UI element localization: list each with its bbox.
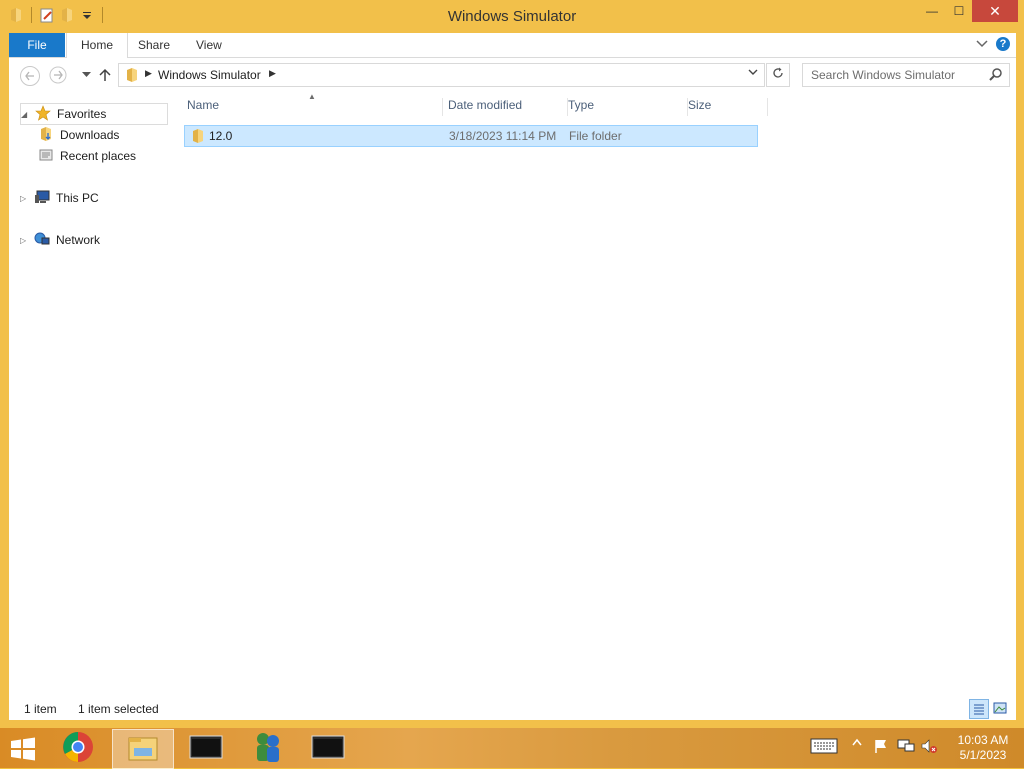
terminal-window-icon [189, 735, 223, 762]
selection-count: 1 item selected [78, 702, 159, 716]
people-app-icon [253, 731, 283, 766]
nav-item-downloads[interactable]: Downloads [38, 125, 119, 145]
nav-item-this-pc[interactable]: ▷ This PC [20, 188, 99, 208]
nav-item-favorites[interactable]: ◢ Favorites [20, 103, 168, 125]
status-bar: 1 item 1 item selected [9, 696, 1016, 720]
folder-icon [190, 128, 206, 147]
column-header-size[interactable]: Size [688, 98, 768, 116]
computer-icon [34, 189, 50, 208]
clock-time: 10:03 AM [957, 733, 1009, 747]
nav-item-label: Network [56, 233, 101, 247]
search-icon[interactable] [989, 67, 1003, 84]
details-view-button[interactable] [969, 699, 989, 719]
ribbon: File Home Share View ? [9, 33, 1016, 58]
network-status-icon[interactable] [897, 738, 915, 754]
nav-item-recent-places[interactable]: Recent places [38, 146, 136, 166]
tab-home[interactable]: Home [66, 33, 129, 58]
breadcrumb-chevron-icon[interactable]: ▶ [269, 68, 276, 79]
help-icon[interactable]: ? [996, 37, 1010, 51]
expand-icon[interactable]: ▷ [20, 194, 28, 203]
nav-item-label: Recent places [60, 149, 137, 163]
large-icons-view-button[interactable] [991, 699, 1009, 717]
address-bar[interactable]: ▶ Windows Simulator ▶ [118, 63, 765, 87]
show-hidden-icons-icon[interactable] [852, 738, 862, 746]
file-type: File folder [569, 129, 622, 143]
search-input[interactable]: Search Windows Simulator [802, 63, 1010, 87]
column-header-date-modified[interactable]: Date modified [448, 98, 568, 116]
taskbar: 10:03 AM 5/1/2023 [0, 728, 1024, 769]
address-dropdown-icon[interactable] [748, 67, 758, 80]
column-header-label: Size [688, 98, 712, 112]
close-button[interactable]: ✕ [972, 0, 1018, 22]
window-title: Windows Simulator [447, 8, 577, 25]
expand-ribbon-icon[interactable] [976, 37, 988, 51]
navigation-bar: ▶ Windows Simulator ▶ Search Windows Sim… [9, 58, 1016, 92]
column-header-label: Name [187, 98, 220, 112]
taskbar-terminal-2[interactable] [298, 729, 358, 767]
minimize-button[interactable]: — [918, 0, 946, 22]
title-bar[interactable]: Windows Simulator — ☐ ✕ [0, 0, 1024, 32]
touch-keyboard-icon[interactable] [810, 738, 838, 754]
maximize-button[interactable]: ☐ [946, 0, 972, 22]
tab-share[interactable]: Share [124, 33, 184, 57]
column-header-label: Date modified [448, 98, 523, 112]
navigation-pane: ◢ Favorites Downloads Recent places ▷ Th… [9, 92, 179, 696]
search-placeholder: Search Windows Simulator [811, 68, 956, 82]
star-icon [35, 104, 51, 124]
nav-item-label: Downloads [60, 128, 120, 142]
downloads-icon [38, 126, 54, 145]
file-name: 12.0 [209, 129, 233, 143]
collapse-icon[interactable]: ◢ [21, 110, 29, 119]
network-icon [34, 231, 50, 250]
clock-date: 5/1/2023 [959, 748, 1007, 762]
back-button[interactable] [20, 66, 40, 86]
start-button[interactable] [8, 736, 38, 762]
taskbar-chrome[interactable] [48, 729, 108, 767]
file-date-modified: 3/18/2023 11:14 PM [449, 129, 557, 143]
taskbar-file-explorer[interactable] [112, 729, 174, 769]
column-header-type[interactable]: Type [568, 98, 688, 116]
ribbon-controls: ? [976, 37, 1010, 51]
terminal-window-icon [311, 735, 345, 762]
expand-icon[interactable]: ▷ [20, 236, 28, 245]
table-row[interactable]: 12.0 3/18/2023 11:14 PM File folder [184, 125, 758, 147]
nav-item-label: This PC [56, 191, 99, 205]
breadcrumb-chevron-icon[interactable]: ▶ [145, 68, 152, 79]
nav-item-label: Favorites [57, 107, 107, 121]
recent-places-icon [38, 147, 54, 166]
explorer-window: Windows Simulator — ☐ ✕ File Home Share … [0, 0, 1024, 728]
taskbar-people-app[interactable] [238, 729, 298, 767]
main-content: ◢ Favorites Downloads Recent places ▷ Th… [9, 92, 1016, 696]
taskbar-terminal-1[interactable] [176, 729, 236, 767]
refresh-button[interactable] [766, 63, 790, 87]
folder-icon [124, 67, 140, 86]
chrome-icon [62, 731, 94, 766]
file-explorer-icon [127, 734, 159, 765]
forward-button[interactable] [49, 66, 67, 84]
column-header-name[interactable]: Name [187, 98, 443, 116]
system-clock[interactable]: 10:03 AM 5/1/2023 [948, 733, 1018, 763]
column-header-label: Type [568, 98, 595, 112]
volume-muted-icon[interactable] [920, 738, 938, 754]
file-list: ▲ Name Date modified Type Size 12.0 3/18… [184, 92, 1016, 696]
nav-item-network[interactable]: ▷ Network [20, 230, 100, 250]
recent-locations-button[interactable] [77, 66, 95, 84]
item-count: 1 item [24, 702, 57, 716]
up-button[interactable] [96, 66, 114, 84]
breadcrumb-item[interactable]: Windows Simulator [158, 68, 261, 82]
action-center-flag-icon[interactable] [873, 738, 889, 754]
tab-view[interactable]: View [182, 33, 236, 57]
tab-file[interactable]: File [9, 33, 65, 57]
